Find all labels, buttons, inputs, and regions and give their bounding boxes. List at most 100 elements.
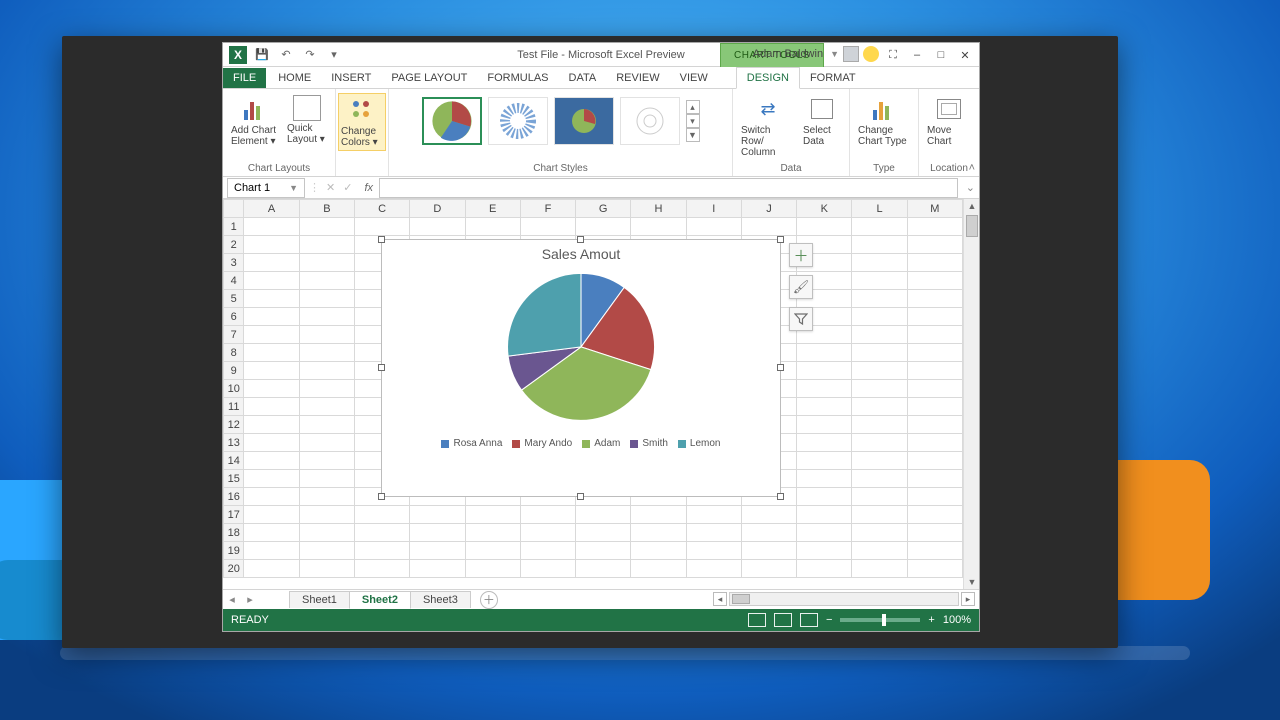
- chart-filter-button[interactable]: [789, 307, 813, 331]
- desktop-wallpaper: Recycle Bin Test File X 💾 ↶ ↷ ▾ Test Fil…: [0, 0, 1280, 720]
- horizontal-scrollbar[interactable]: ◂ ▸: [713, 592, 975, 606]
- scroll-left-icon[interactable]: ◂: [713, 592, 727, 606]
- resize-handle[interactable]: [378, 236, 385, 243]
- scroll-right-icon[interactable]: ▸: [961, 592, 975, 606]
- maximize-button[interactable]: □: [931, 47, 951, 63]
- close-button[interactable]: ✕: [955, 47, 975, 63]
- scroll-thumb[interactable]: [966, 215, 978, 237]
- decoration: [60, 646, 1190, 660]
- change-chart-type-button[interactable]: Change Chart Type: [856, 93, 912, 149]
- view-page-layout-button[interactable]: [774, 613, 792, 627]
- sheet-nav-next[interactable]: ▸: [241, 593, 259, 606]
- chart-title[interactable]: Sales Amout: [382, 240, 780, 264]
- sheet-nav-prev[interactable]: ◂: [223, 593, 241, 606]
- zoom-slider[interactable]: [840, 618, 920, 622]
- chart-style-1[interactable]: [422, 97, 482, 145]
- tab-data[interactable]: DATA: [559, 68, 607, 88]
- zoom-out-button[interactable]: −: [826, 614, 832, 626]
- tab-page-layout[interactable]: PAGE LAYOUT: [381, 68, 477, 88]
- resize-handle[interactable]: [378, 364, 385, 371]
- chart-style-4[interactable]: [620, 97, 680, 145]
- chart-style-2[interactable]: [488, 97, 548, 145]
- group-data: ⇄ Switch Row/ Column Select Data Data: [733, 89, 850, 176]
- vertical-scrollbar[interactable]: ▲ ▼: [963, 199, 979, 589]
- switch-row-column-button[interactable]: ⇄ Switch Row/ Column: [739, 93, 797, 160]
- scroll-thumb[interactable]: [732, 594, 750, 604]
- group-label: Chart Styles: [533, 163, 587, 176]
- minimize-button[interactable]: –: [907, 47, 927, 63]
- tab-format[interactable]: FORMAT: [800, 68, 866, 88]
- scroll-up-icon[interactable]: ▲: [964, 199, 979, 213]
- embedded-chart[interactable]: Sales Amout Rosa AnnaMary AndoAdamSmithL…: [381, 239, 781, 497]
- cell-grid[interactable]: ABCDEFGHIJKLM123456789101112131415161718…: [223, 199, 963, 589]
- quick-layout-button[interactable]: Quick Layout ▾: [285, 93, 329, 147]
- resize-handle[interactable]: [777, 364, 784, 371]
- ribbon: Add Chart Element ▾ Quick Layout ▾ Chart…: [223, 89, 979, 177]
- status-text: READY: [231, 614, 269, 626]
- new-sheet-button[interactable]: ＋: [480, 591, 498, 609]
- group-label: Location: [930, 163, 968, 176]
- move-chart-button[interactable]: Move Chart: [925, 93, 973, 149]
- add-chart-element-button[interactable]: Add Chart Element ▾: [229, 93, 281, 149]
- resize-handle[interactable]: [577, 493, 584, 500]
- formula-input[interactable]: [379, 178, 958, 198]
- scroll-down-icon[interactable]: ▼: [964, 575, 979, 589]
- view-normal-button[interactable]: [748, 613, 766, 627]
- view-page-break-button[interactable]: [800, 613, 818, 627]
- ribbon-display-button[interactable]: ⛶: [883, 47, 903, 63]
- chart-style-3[interactable]: [554, 97, 614, 145]
- tab-view[interactable]: VIEW: [670, 68, 718, 88]
- sheet-tab-sheet1[interactable]: Sheet1: [289, 591, 350, 608]
- sheet-tab-bar: ◂ ▸ Sheet1 Sheet2 Sheet3 ＋ ◂ ▸: [223, 589, 979, 609]
- label: Change Chart Type: [858, 125, 910, 147]
- cancel-formula-icon[interactable]: ✕: [326, 181, 335, 194]
- expand-formula-bar-icon[interactable]: ⌄: [962, 181, 979, 194]
- label: Change Colors ▾: [341, 126, 383, 148]
- label: Switch Row/ Column: [741, 125, 795, 158]
- label: Select Data: [803, 125, 841, 147]
- name-box[interactable]: Chart 1 ▼: [227, 178, 305, 198]
- zoom-level[interactable]: 100%: [943, 614, 971, 626]
- group-type: Change Chart Type Type: [850, 89, 919, 176]
- qat-customize[interactable]: ▾: [325, 46, 343, 64]
- chart-elements-button[interactable]: ＋: [789, 243, 813, 267]
- undo-button[interactable]: ↶: [277, 46, 295, 64]
- collapse-ribbon-icon[interactable]: ˄: [969, 162, 975, 174]
- excel-window: X 💾 ↶ ↷ ▾ Test File - Microsoft Excel Pr…: [222, 42, 980, 632]
- group-label: Data: [780, 163, 801, 176]
- tab-formulas[interactable]: FORMULAS: [477, 68, 558, 88]
- ribbon-tabs: FILE HOME INSERT PAGE LAYOUT FORMULAS DA…: [223, 67, 979, 89]
- redo-button[interactable]: ↷: [301, 46, 319, 64]
- quick-access-toolbar: X 💾 ↶ ↷ ▾: [223, 46, 349, 64]
- sheet-tab-sheet3[interactable]: Sheet3: [410, 591, 471, 608]
- chart-legend[interactable]: Rosa AnnaMary AndoAdamSmithLemon: [382, 434, 780, 453]
- select-data-button[interactable]: Select Data: [801, 93, 843, 149]
- zoom-in-button[interactable]: +: [928, 614, 934, 626]
- avatar-icon[interactable]: [843, 46, 859, 62]
- tab-design[interactable]: DESIGN: [736, 67, 800, 89]
- resize-handle[interactable]: [777, 493, 784, 500]
- account-name[interactable]: Adam Baldwin: [753, 48, 823, 60]
- worksheet-area: ABCDEFGHIJKLM123456789101112131415161718…: [223, 199, 979, 589]
- resize-handle[interactable]: [777, 236, 784, 243]
- group-chart-styles: ▴▾▼ Chart Styles: [389, 89, 733, 176]
- label: Quick Layout ▾: [287, 123, 327, 145]
- enter-formula-icon[interactable]: ✓: [343, 181, 352, 194]
- tab-insert[interactable]: INSERT: [321, 68, 381, 88]
- style-gallery-spinner[interactable]: ▴▾▼: [686, 100, 700, 142]
- resize-handle[interactable]: [577, 236, 584, 243]
- sheet-tab-sheet2[interactable]: Sheet2: [349, 591, 411, 609]
- save-button[interactable]: 💾: [253, 46, 271, 64]
- chart-styles-button[interactable]: 🖌: [789, 275, 813, 299]
- resize-handle[interactable]: [378, 493, 385, 500]
- feedback-smile-icon[interactable]: [863, 46, 879, 62]
- tab-home[interactable]: HOME: [268, 68, 321, 88]
- name-box-value: Chart 1: [234, 182, 270, 194]
- fx-icon[interactable]: fx: [358, 182, 379, 194]
- tab-file[interactable]: FILE: [223, 68, 266, 88]
- pie-chart-plot[interactable]: [476, 264, 686, 434]
- label: Move Chart: [927, 125, 971, 147]
- group-chart-layouts: Add Chart Element ▾ Quick Layout ▾ Chart…: [223, 89, 336, 176]
- tab-review[interactable]: REVIEW: [606, 68, 669, 88]
- change-colors-button[interactable]: Change Colors ▾: [338, 93, 386, 151]
